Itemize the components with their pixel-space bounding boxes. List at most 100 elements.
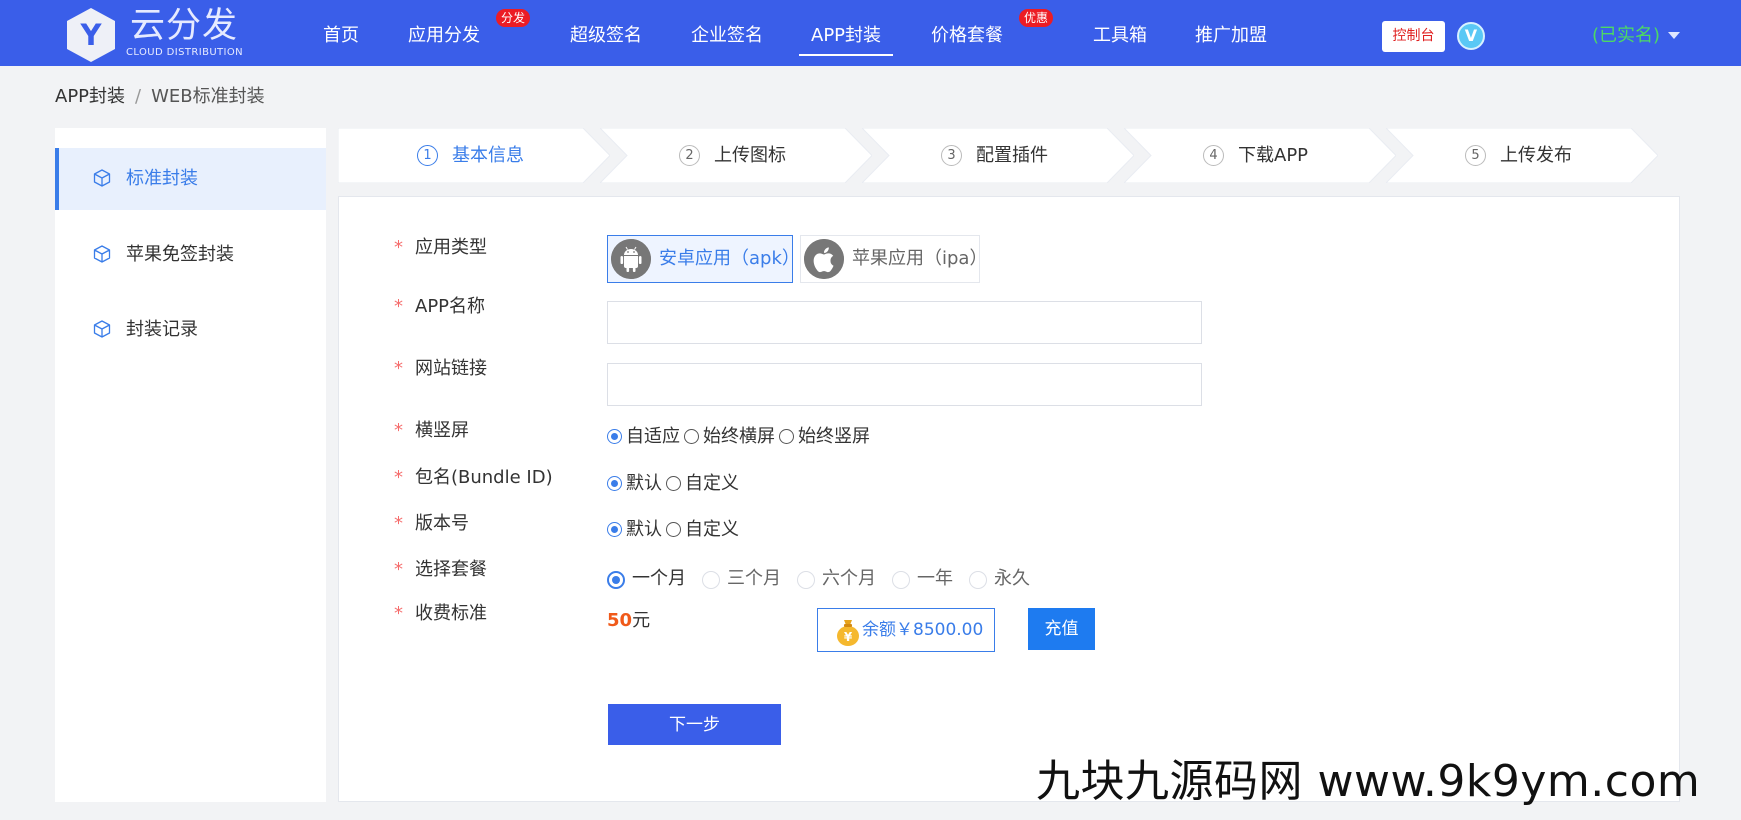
logo-hexagon-icon: Y — [67, 8, 115, 62]
version-radio-custom[interactable]: 自定义 — [666, 517, 739, 543]
nav-super-signature[interactable]: 超级签名 — [570, 0, 642, 66]
chevron-down-icon[interactable] — [1668, 32, 1680, 39]
plan-radio-permanent[interactable]: 永久 — [969, 566, 1030, 592]
next-step-button[interactable]: 下一步 — [608, 704, 781, 745]
nav-app-packaging[interactable]: APP封装 — [798, 0, 894, 66]
top-navbar: Y 云分发 CLOUD DISTRIBUTION 首页 应用分发 分发 超级签名… — [0, 0, 1741, 66]
nav-toolbox[interactable]: 工具箱 — [1093, 0, 1147, 66]
radio-dot — [607, 476, 622, 491]
step-upload-icon[interactable]: 2 上传图标 — [600, 128, 872, 183]
radio-dot — [666, 522, 681, 537]
radio-label: 一年 — [917, 568, 953, 589]
required-mark: * — [394, 420, 403, 441]
radio-dot — [892, 571, 910, 589]
vip-letter: V — [1464, 26, 1478, 45]
orientation-label-text: 横竖屏 — [415, 420, 469, 441]
orientation-radio-adaptive[interactable]: 自适应 — [607, 424, 680, 450]
app-type-label-text: 应用类型 — [415, 237, 487, 258]
radio-dot — [702, 571, 720, 589]
cube-icon — [93, 169, 111, 187]
sidebar-item-apple-free-sign[interactable]: 苹果免签封装 — [55, 224, 326, 286]
site-url-label: * 网站链接 — [394, 356, 487, 382]
plan-radio-group: 一个月 三个月 六个月 一年 永久 — [607, 566, 1046, 592]
form-panel: * 应用类型 安卓应用（apk） 苹果应用（ipa） * APP名称 * 网站链接 *… — [338, 196, 1680, 802]
apple-icon — [804, 239, 844, 279]
required-mark: * — [394, 237, 403, 258]
step-number: 4 — [1203, 145, 1224, 166]
user-verified-status[interactable]: (已实名) — [1592, 22, 1660, 50]
nav-pricing[interactable]: 价格套餐 — [931, 0, 1003, 66]
step-number: 1 — [417, 145, 438, 166]
cube-icon — [93, 245, 111, 263]
app-type-label: * 应用类型 — [394, 235, 487, 261]
radio-dot — [666, 476, 681, 491]
site-url-input[interactable] — [607, 363, 1202, 406]
radio-dot — [797, 571, 815, 589]
bundle-id-radio-custom[interactable]: 自定义 — [666, 471, 739, 497]
cube-icon — [93, 320, 111, 338]
fee-value: 50元 — [607, 608, 650, 634]
radio-dot — [779, 429, 794, 444]
nav-affiliate[interactable]: 推广加盟 — [1195, 0, 1267, 66]
nav-badge-discount: 优惠 — [1019, 9, 1054, 27]
required-mark: * — [394, 559, 403, 580]
app-name-label-text: APP名称 — [415, 296, 486, 317]
plan-label-text: 选择套餐 — [415, 559, 487, 580]
orientation-radio-portrait[interactable]: 始终竖屏 — [779, 424, 870, 450]
console-button[interactable]: 控制台 — [1382, 21, 1445, 52]
radio-label: 一个月 — [632, 568, 686, 589]
radio-dot — [684, 429, 699, 444]
radio-dot — [969, 571, 987, 589]
sidebar-item-label: 标准封装 — [126, 168, 198, 189]
fee-label-text: 收费标准 — [415, 603, 487, 624]
sidebar-item-standard-package[interactable]: 标准封装 — [55, 148, 326, 210]
step-number: 2 — [679, 145, 700, 166]
watermark-text: 九块九源码网 www.9k9ym.com — [1036, 756, 1701, 807]
required-mark: * — [394, 513, 403, 534]
recharge-button[interactable]: 充值 — [1028, 608, 1095, 650]
step-configure-plugins[interactable]: 3 配置插件 — [862, 128, 1134, 183]
breadcrumb-root[interactable]: APP封装 — [55, 86, 125, 107]
plan-radio-six-months[interactable]: 六个月 — [797, 566, 876, 592]
nav-app-distribution[interactable]: 应用分发 — [408, 0, 480, 66]
fee-label: * 收费标准 — [394, 601, 487, 627]
plan-radio-three-months[interactable]: 三个月 — [702, 566, 781, 592]
required-mark: * — [394, 603, 403, 624]
required-mark: * — [394, 358, 403, 379]
radio-label: 自适应 — [626, 426, 680, 447]
app-type-android-option[interactable]: 安卓应用（apk） — [607, 235, 800, 283]
sidebar-item-label: 封装记录 — [126, 319, 198, 340]
orientation-label: * 横竖屏 — [394, 418, 469, 444]
step-basic-info[interactable]: 1 基本信息 — [338, 128, 610, 183]
version-label: * 版本号 — [394, 511, 469, 537]
bundle-id-label-text: 包名(Bundle ID) — [415, 467, 553, 488]
balance-text: 余额￥8500.00 — [862, 620, 984, 640]
plan-label: * 选择套餐 — [394, 557, 487, 583]
android-icon — [611, 239, 651, 279]
plan-radio-one-month[interactable]: 一个月 — [607, 566, 686, 592]
step-number: 5 — [1465, 145, 1486, 166]
step-publish[interactable]: 5 上传发布 — [1386, 128, 1658, 183]
radio-label: 始终竖屏 — [798, 426, 870, 447]
radio-label: 自定义 — [685, 473, 739, 494]
sidebar-item-package-records[interactable]: 封装记录 — [55, 299, 326, 361]
nav-home[interactable]: 首页 — [323, 0, 359, 66]
bundle-id-radio-default[interactable]: 默认 — [607, 471, 662, 497]
radio-label: 三个月 — [727, 568, 781, 589]
radio-dot — [607, 429, 622, 444]
logo-letter: Y — [80, 18, 103, 52]
app-type-ios-option[interactable]: 苹果应用（ipa） — [800, 235, 987, 283]
nav-badge-distribution: 分发 — [496, 9, 531, 27]
plan-radio-one-year[interactable]: 一年 — [892, 566, 953, 592]
nav-enterprise-signature[interactable]: 企业签名 — [691, 0, 763, 66]
step-download-app[interactable]: 4 下载APP — [1124, 128, 1396, 183]
radio-label: 始终横屏 — [703, 426, 775, 447]
radio-label: 六个月 — [822, 568, 876, 589]
orientation-radio-landscape[interactable]: 始终横屏 — [684, 424, 775, 450]
version-label-text: 版本号 — [415, 513, 469, 534]
version-radio-default[interactable]: 默认 — [607, 517, 662, 543]
logo[interactable]: Y 云分发 CLOUD DISTRIBUTION — [62, 4, 262, 62]
app-name-input[interactable] — [607, 301, 1202, 344]
step-label: 上传发布 — [1500, 145, 1572, 166]
vip-badge-icon[interactable]: V — [1457, 22, 1485, 50]
